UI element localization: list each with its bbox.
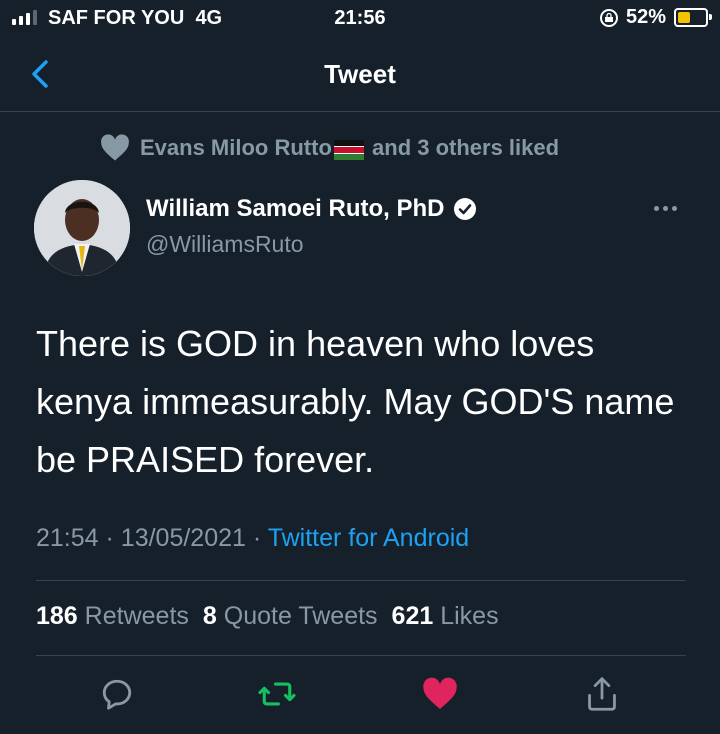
author-handle[interactable]: @WilliamsRuto xyxy=(146,231,304,258)
avatar-photo xyxy=(34,180,130,276)
heart-icon xyxy=(423,677,457,709)
battery-percentage: 52% xyxy=(625,6,666,28)
tweet-time: 21:54 xyxy=(36,524,99,552)
verified-badge-icon xyxy=(453,198,476,220)
more-dot-icon xyxy=(654,205,659,211)
page-title: Tweet xyxy=(324,59,396,89)
more-dot-icon xyxy=(663,205,668,211)
status-bar: SAF FOR YOU 4G 21:56 52% xyxy=(0,0,720,36)
like-button[interactable] xyxy=(420,674,460,714)
author-name-text: William Samoei Ruto, PhD xyxy=(146,195,445,222)
divider xyxy=(36,580,686,581)
retweet-button[interactable] xyxy=(257,674,297,714)
retweets-count: 186 xyxy=(36,602,78,630)
tweet-date: 13/05/2021 xyxy=(120,524,246,552)
likes-stat[interactable]: 621 Likes xyxy=(392,602,499,631)
liker-name: Evans Miloo Rutto xyxy=(140,135,332,160)
avatar[interactable] xyxy=(34,180,130,276)
more-dot-icon xyxy=(672,205,677,211)
orientation-lock-icon xyxy=(599,8,618,27)
reply-button[interactable] xyxy=(97,674,137,714)
action-bar xyxy=(0,674,720,714)
tweet-source-link[interactable]: Twitter for Android xyxy=(268,524,469,552)
reply-icon xyxy=(102,679,132,710)
share-icon xyxy=(588,677,616,711)
tweet-text: There is GOD in heaven who loves kenya i… xyxy=(36,323,675,480)
tweet-stats: 186 Retweets 8 Quote Tweets 621 Likes xyxy=(36,602,499,631)
social-context[interactable]: Evans Miloo Rutto and 3 others liked xyxy=(100,133,559,163)
kenya-flag-icon xyxy=(333,140,364,161)
share-button[interactable] xyxy=(582,674,622,714)
navigation-bar: Tweet xyxy=(0,36,720,112)
quote-tweets-stat[interactable]: 8 Quote Tweets xyxy=(203,602,378,631)
divider xyxy=(36,655,686,656)
likes-count: 621 xyxy=(391,602,434,630)
battery-icon xyxy=(674,8,712,27)
retweets-label: Retweets xyxy=(84,602,189,630)
status-indicators: 52% xyxy=(599,6,712,29)
retweets-stat[interactable]: 186 Retweets xyxy=(36,602,189,631)
liked-suffix: and 3 others liked xyxy=(372,135,560,160)
author-name[interactable]: William Samoei Ruto, PhD xyxy=(146,195,477,223)
tweet-meta: 21:54 · 13/05/2021 · Twitter for Android xyxy=(36,524,469,553)
meta-separator: · xyxy=(105,524,114,552)
quote-tweets-label: Quote Tweets xyxy=(223,602,378,630)
likes-label: Likes xyxy=(440,602,499,630)
heart-icon xyxy=(101,134,129,161)
quote-tweets-count: 8 xyxy=(202,602,217,630)
meta-separator: · xyxy=(252,524,262,552)
more-options-button[interactable] xyxy=(654,198,682,218)
retweet-icon xyxy=(258,682,296,706)
